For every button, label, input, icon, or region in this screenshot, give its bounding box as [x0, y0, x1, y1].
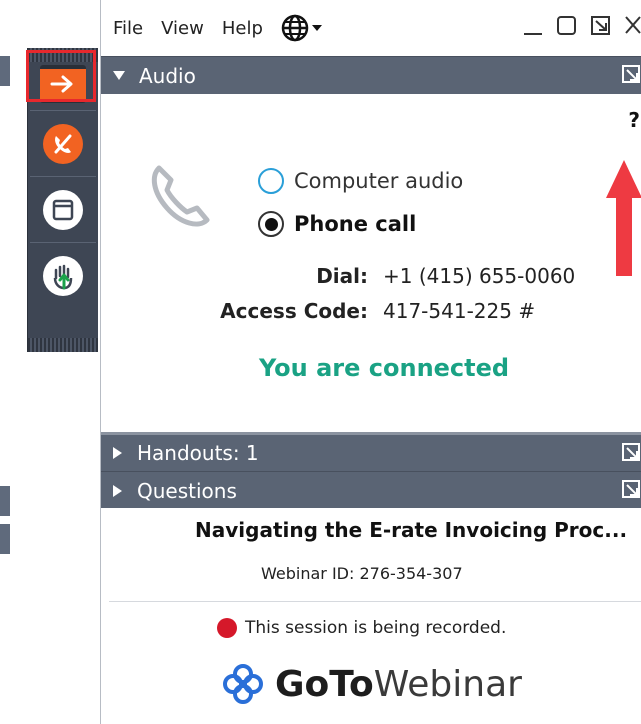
access-code-label: Access Code: [220, 299, 368, 323]
screen: File View Help Audio ? Computer audio Ph… [0, 0, 641, 724]
control-panel: File View Help Audio ? Computer audio Ph… [100, 0, 641, 724]
webinar-info: Navigating the E-rate Invoicing Proc... … [101, 508, 641, 724]
logo-goto: GoTo [275, 663, 374, 705]
highlight-box [26, 50, 96, 102]
collapse-triangle-icon [113, 70, 125, 80]
webinar-id: Webinar ID: 276-354-307 [261, 564, 463, 583]
window-controls [522, 14, 641, 36]
audio-title: Audio [139, 63, 196, 88]
background-strip [0, 524, 10, 554]
phone-call-option[interactable]: Phone call [258, 211, 416, 237]
menu-file[interactable]: File [113, 18, 143, 39]
access-code-value: 417-541-225 # [383, 299, 536, 323]
phone-call-label: Phone call [294, 212, 417, 236]
maximize-icon[interactable] [556, 14, 578, 36]
handouts-title: Handouts: 1 [137, 441, 259, 465]
dial-number: +1 (415) 655-0060 [383, 264, 576, 288]
phone-call-radio[interactable] [258, 211, 284, 237]
screen-share-button[interactable] [28, 178, 98, 242]
raise-hand-icon [43, 256, 83, 296]
raise-hand-button[interactable] [28, 244, 98, 308]
divider [109, 601, 641, 602]
recording-notice: This session is being recorded. [217, 618, 506, 638]
language-menu[interactable] [281, 14, 323, 42]
menu-help[interactable]: Help [222, 18, 263, 39]
popout-icon[interactable] [622, 480, 641, 500]
minimize-icon[interactable] [522, 14, 544, 36]
help-button[interactable]: ? [628, 108, 640, 132]
phone-icon [151, 165, 210, 227]
menu-bar: File View Help [101, 0, 641, 56]
chevron-down-icon [311, 25, 322, 31]
close-icon[interactable] [624, 14, 641, 36]
background-strip [0, 486, 10, 516]
annotation-arrow-icon [606, 160, 641, 276]
screen-icon [43, 190, 83, 230]
computer-audio-radio[interactable] [258, 168, 284, 194]
audio-section-header[interactable]: Audio [101, 56, 641, 94]
control-toolbar [26, 48, 98, 352]
handouts-section-header[interactable]: Handouts: 1 [101, 432, 641, 471]
toolbar-grip[interactable] [28, 338, 98, 352]
computer-audio-label: Computer audio [294, 169, 464, 193]
mute-phone-icon [43, 124, 83, 164]
expand-triangle-icon [113, 447, 122, 459]
expand-triangle-icon [113, 484, 122, 497]
background-strip [0, 56, 10, 86]
recording-dot-icon [217, 618, 237, 638]
audio-panel: ? Computer audio Phone call Dial: +1 (41… [101, 94, 641, 432]
questions-section-header[interactable]: Questions [101, 471, 641, 509]
computer-audio-option[interactable]: Computer audio [258, 168, 463, 194]
recording-text: This session is being recorded. [245, 618, 507, 638]
webinar-title: Navigating the E-rate Invoicing Proc... [195, 518, 628, 542]
logo-webinar: Webinar [373, 663, 522, 705]
globe-icon [281, 14, 309, 42]
gotowebinar-logo: GoTo Webinar [221, 662, 522, 706]
questions-title: Questions [137, 478, 237, 503]
connection-status: You are connected [259, 354, 510, 382]
popout-icon[interactable] [590, 14, 612, 36]
menu-view[interactable]: View [161, 18, 204, 39]
dial-label: Dial: [316, 264, 368, 288]
flower-logo-icon [223, 664, 263, 704]
popout-icon[interactable] [622, 443, 641, 463]
mute-audio-button[interactable] [28, 112, 98, 176]
popout-icon[interactable] [622, 65, 641, 85]
